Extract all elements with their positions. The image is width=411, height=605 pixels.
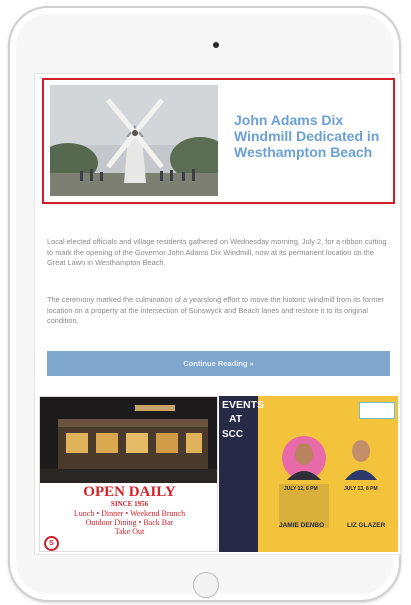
camera-icon (213, 42, 219, 48)
article-paragraph: The ceremony marked the culmination of a… (47, 295, 385, 325)
restaurant-logo: S (44, 536, 59, 551)
ad-line: Outdoor Dining • Back Bar (85, 518, 174, 527)
article-paragraph: Local elected officials and village resi… (47, 237, 387, 267)
performer-name: JAMIE DENBO (279, 522, 325, 529)
ad-line: Take Out (114, 527, 145, 536)
ad-line: Lunch • Dinner • Weekend Brunch (73, 509, 186, 518)
windmill-photo[interactable] (50, 85, 218, 196)
continue-reading-button[interactable]: Continue Reading » (47, 351, 390, 376)
featured-article-card[interactable]: John Adams Dix Windmill Dedicated in Wes… (42, 78, 395, 204)
performer-name: LIZ GLAZER (347, 522, 386, 529)
windmill-illustration (50, 85, 218, 196)
article-title[interactable]: John Adams Dix Windmill Dedicated in Wes… (234, 112, 386, 160)
home-button[interactable] (193, 572, 219, 598)
ad-headline: OPEN DAILY (83, 484, 176, 500)
event-date: JULY 12, 6 PM (284, 486, 318, 492)
restaurant-photo (40, 397, 217, 483)
tablet-screen: John Adams Dix Windmill Dedicated in Wes… (34, 73, 401, 555)
events-ad[interactable]: EVENTS AT SCC JULY 12, 6 PM JAMIE DENBO … (219, 396, 398, 552)
event-date: JULY 13, 8 PM (344, 486, 378, 492)
restaurant-ad[interactable]: OPEN DAILY SINCE 1956 Lunch • Dinner • W… (39, 396, 218, 552)
ad-since: SINCE 1956 (110, 500, 149, 508)
restaurant-illustration (40, 397, 217, 483)
